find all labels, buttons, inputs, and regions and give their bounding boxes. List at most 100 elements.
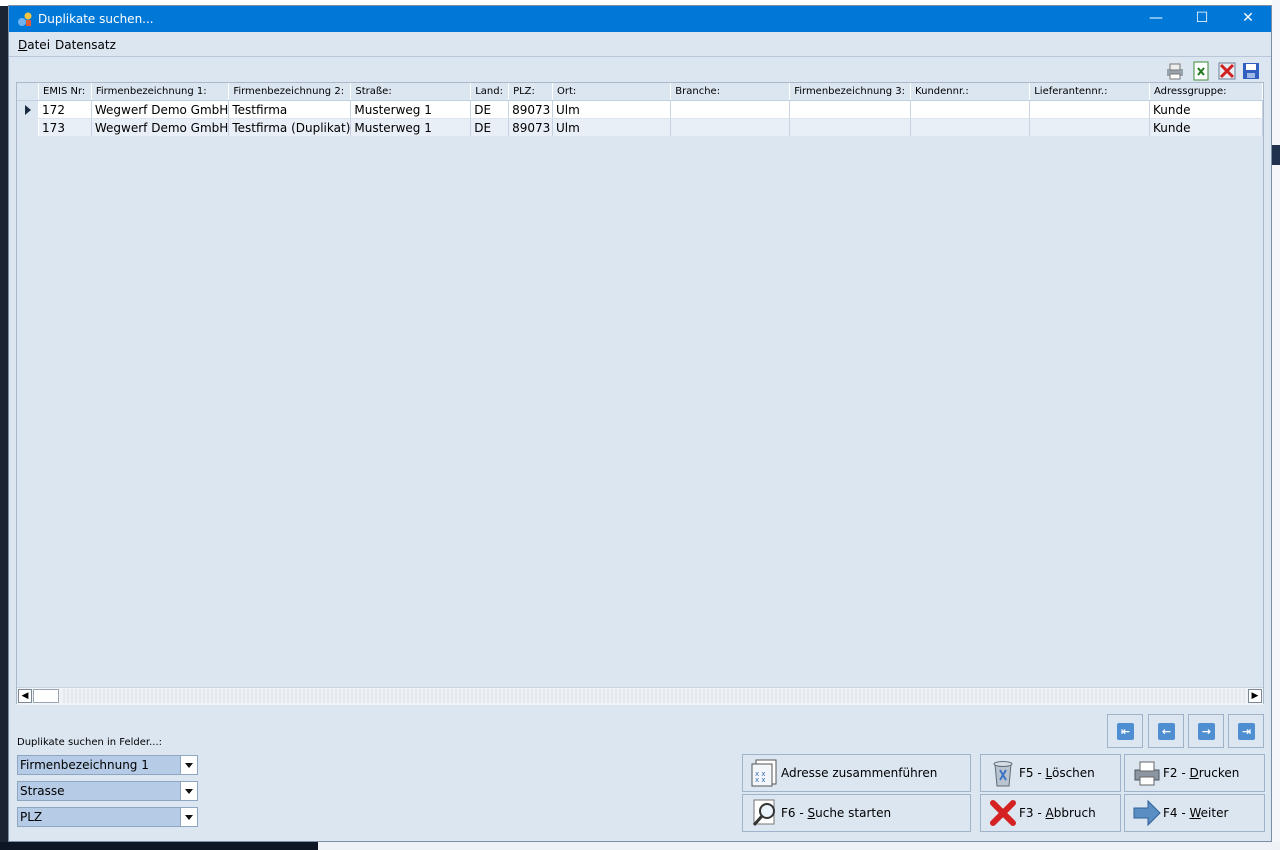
table-cell[interactable]: 89073 [508, 118, 553, 137]
next-label: F4 - Weiter [1163, 806, 1229, 820]
row-indicator [17, 100, 40, 119]
search-field-select-1[interactable]: Firmenbezeichnung 1 [17, 755, 198, 775]
table-cell[interactable]: Musterweg 1 [350, 100, 472, 119]
first-record-button[interactable]: ⇤ [1107, 714, 1143, 748]
table-cell[interactable] [670, 118, 791, 137]
column-header[interactable]: Firmenbezeichnung 3: [789, 83, 912, 101]
window-title: Duplikate suchen... [38, 12, 154, 26]
maximize-button[interactable]: ☐ [1179, 6, 1225, 32]
chevron-down-icon[interactable] [180, 782, 197, 800]
delete-record-icon[interactable] [1217, 61, 1237, 81]
horizontal-scrollbar[interactable]: ◀ ▶ [17, 687, 1263, 705]
header-indicator [17, 83, 40, 101]
menu-bar: Datei Datensatz [9, 32, 1271, 57]
column-header[interactable]: Lieferantennr.: [1029, 83, 1150, 101]
arrow-right-icon [1133, 799, 1161, 827]
header-row: EMIS Nr: Firmenbezeichnung 1: Firmenbeze… [17, 83, 1263, 101]
table-cell[interactable]: Wegwerf Demo GmbH [91, 100, 230, 119]
table-row[interactable]: 172 Wegwerf Demo GmbH Testfirma Musterwe… [17, 100, 1263, 119]
table-cell[interactable]: DE [470, 100, 510, 119]
column-header[interactable]: Land: [470, 83, 510, 101]
column-header[interactable]: Ort: [552, 83, 672, 101]
row-indicator [17, 118, 40, 137]
scroll-right-icon[interactable]: ▶ [1248, 689, 1262, 703]
previous-record-button[interactable]: ← [1148, 714, 1184, 748]
table-cell[interactable] [670, 100, 791, 119]
scroll-thumb[interactable] [33, 689, 59, 703]
minimize-button[interactable]: — [1133, 6, 1179, 32]
close-icon: ✕ [1242, 10, 1254, 26]
next-button[interactable]: F4 - Weiter [1124, 794, 1265, 832]
delete-label: F5 - Löschen [1019, 766, 1095, 780]
select-value: PLZ [20, 810, 43, 824]
table-cell[interactable] [1029, 118, 1150, 137]
maximize-icon: ☐ [1195, 10, 1209, 26]
start-search-label: F6 - Suche starten [781, 806, 892, 820]
column-header[interactable]: Firmenbezeichnung 1: [91, 83, 230, 101]
table-cell[interactable]: Testfirma [228, 100, 352, 119]
duplicates-grid: EMIS Nr: Firmenbezeichnung 1: Firmenbeze… [16, 82, 1264, 704]
column-header[interactable]: EMIS Nr: [38, 83, 92, 101]
close-window-button[interactable]: ✕ [1225, 6, 1271, 32]
merge-address-icon: x xx x [751, 759, 777, 787]
cancel-button[interactable]: F3 - Abbruch [980, 794, 1121, 832]
search-field-select-3[interactable]: PLZ [17, 807, 198, 827]
desktop-right-strip [1272, 0, 1280, 850]
first-record-icon: ⇤ [1117, 723, 1134, 740]
table-cell[interactable]: Wegwerf Demo GmbH [91, 118, 230, 137]
save-icon[interactable] [1241, 61, 1261, 81]
magnifier-icon [752, 799, 775, 826]
select-value: Strasse [20, 784, 65, 798]
desktop-bottom-strip [0, 842, 1280, 850]
print-label: F2 - Drucken [1163, 766, 1240, 780]
menu-datei[interactable]: Datei [18, 38, 50, 52]
column-header[interactable]: Kundennr.: [910, 83, 1031, 101]
table-row[interactable]: 173 Wegwerf Demo GmbH Testfirma (Duplika… [17, 118, 1263, 137]
column-header[interactable]: Firmenbezeichnung 2: [228, 83, 352, 101]
last-record-button[interactable]: ⇥ [1228, 714, 1264, 748]
chevron-down-icon[interactable] [180, 808, 197, 826]
cancel-label: F3 - Abbruch [1019, 806, 1096, 820]
menu-datensatz[interactable]: Datensatz [55, 38, 116, 52]
column-header[interactable]: PLZ: [508, 83, 553, 101]
table-cell[interactable]: 173 [38, 118, 92, 137]
print-button[interactable]: F2 - Drucken [1124, 754, 1265, 792]
table-cell[interactable]: 172 [38, 100, 92, 119]
table-cell[interactable] [910, 118, 1031, 137]
scroll-left-icon[interactable]: ◀ [18, 689, 32, 703]
search-fields-label: Duplikate suchen in Felder...: [17, 737, 163, 748]
column-header[interactable]: Branche: [670, 83, 791, 101]
svg-text:x x: x x [755, 776, 766, 784]
arrow-right-icon: → [1198, 723, 1215, 740]
table-cell[interactable]: Testfirma (Duplikat) [228, 118, 352, 137]
minimize-icon: — [1149, 10, 1163, 26]
table-cell[interactable]: Kunde [1149, 100, 1263, 119]
table-cell[interactable]: DE [470, 118, 510, 137]
printer-icon [1134, 761, 1160, 786]
table-cell[interactable] [1029, 100, 1150, 119]
merge-address-button[interactable]: x xx x Adresse zusammenführen [742, 754, 971, 792]
table-cell[interactable]: Ulm [552, 100, 672, 119]
table-cell[interactable]: Musterweg 1 [350, 118, 472, 137]
duplicates-table: EMIS Nr: Firmenbezeichnung 1: Firmenbeze… [17, 83, 1263, 137]
table-cell[interactable]: Kunde [1149, 118, 1263, 137]
delete-button[interactable]: F5 - Löschen [980, 754, 1121, 792]
start-search-button[interactable]: F6 - Suche starten [742, 794, 971, 832]
chevron-down-icon[interactable] [180, 756, 197, 774]
select-value: Firmenbezeichnung 1 [20, 758, 149, 772]
next-record-button[interactable]: → [1188, 714, 1224, 748]
column-header[interactable]: Adressgruppe: [1149, 83, 1263, 101]
search-field-select-2[interactable]: Strasse [17, 781, 198, 801]
cancel-x-icon [990, 800, 1016, 826]
print-preview-icon[interactable] [1165, 61, 1185, 81]
scroll-track[interactable] [61, 689, 1247, 703]
table-cell[interactable] [910, 100, 1031, 119]
table-cell[interactable] [789, 100, 912, 119]
title-bar: Duplikate suchen... — ☐ ✕ [9, 6, 1271, 32]
trash-icon [993, 761, 1013, 787]
export-excel-icon[interactable] [1191, 61, 1211, 81]
table-cell[interactable]: Ulm [552, 118, 672, 137]
table-cell[interactable]: 89073 [508, 100, 553, 119]
column-header[interactable]: Straße: [350, 83, 472, 101]
table-cell[interactable] [789, 118, 912, 137]
